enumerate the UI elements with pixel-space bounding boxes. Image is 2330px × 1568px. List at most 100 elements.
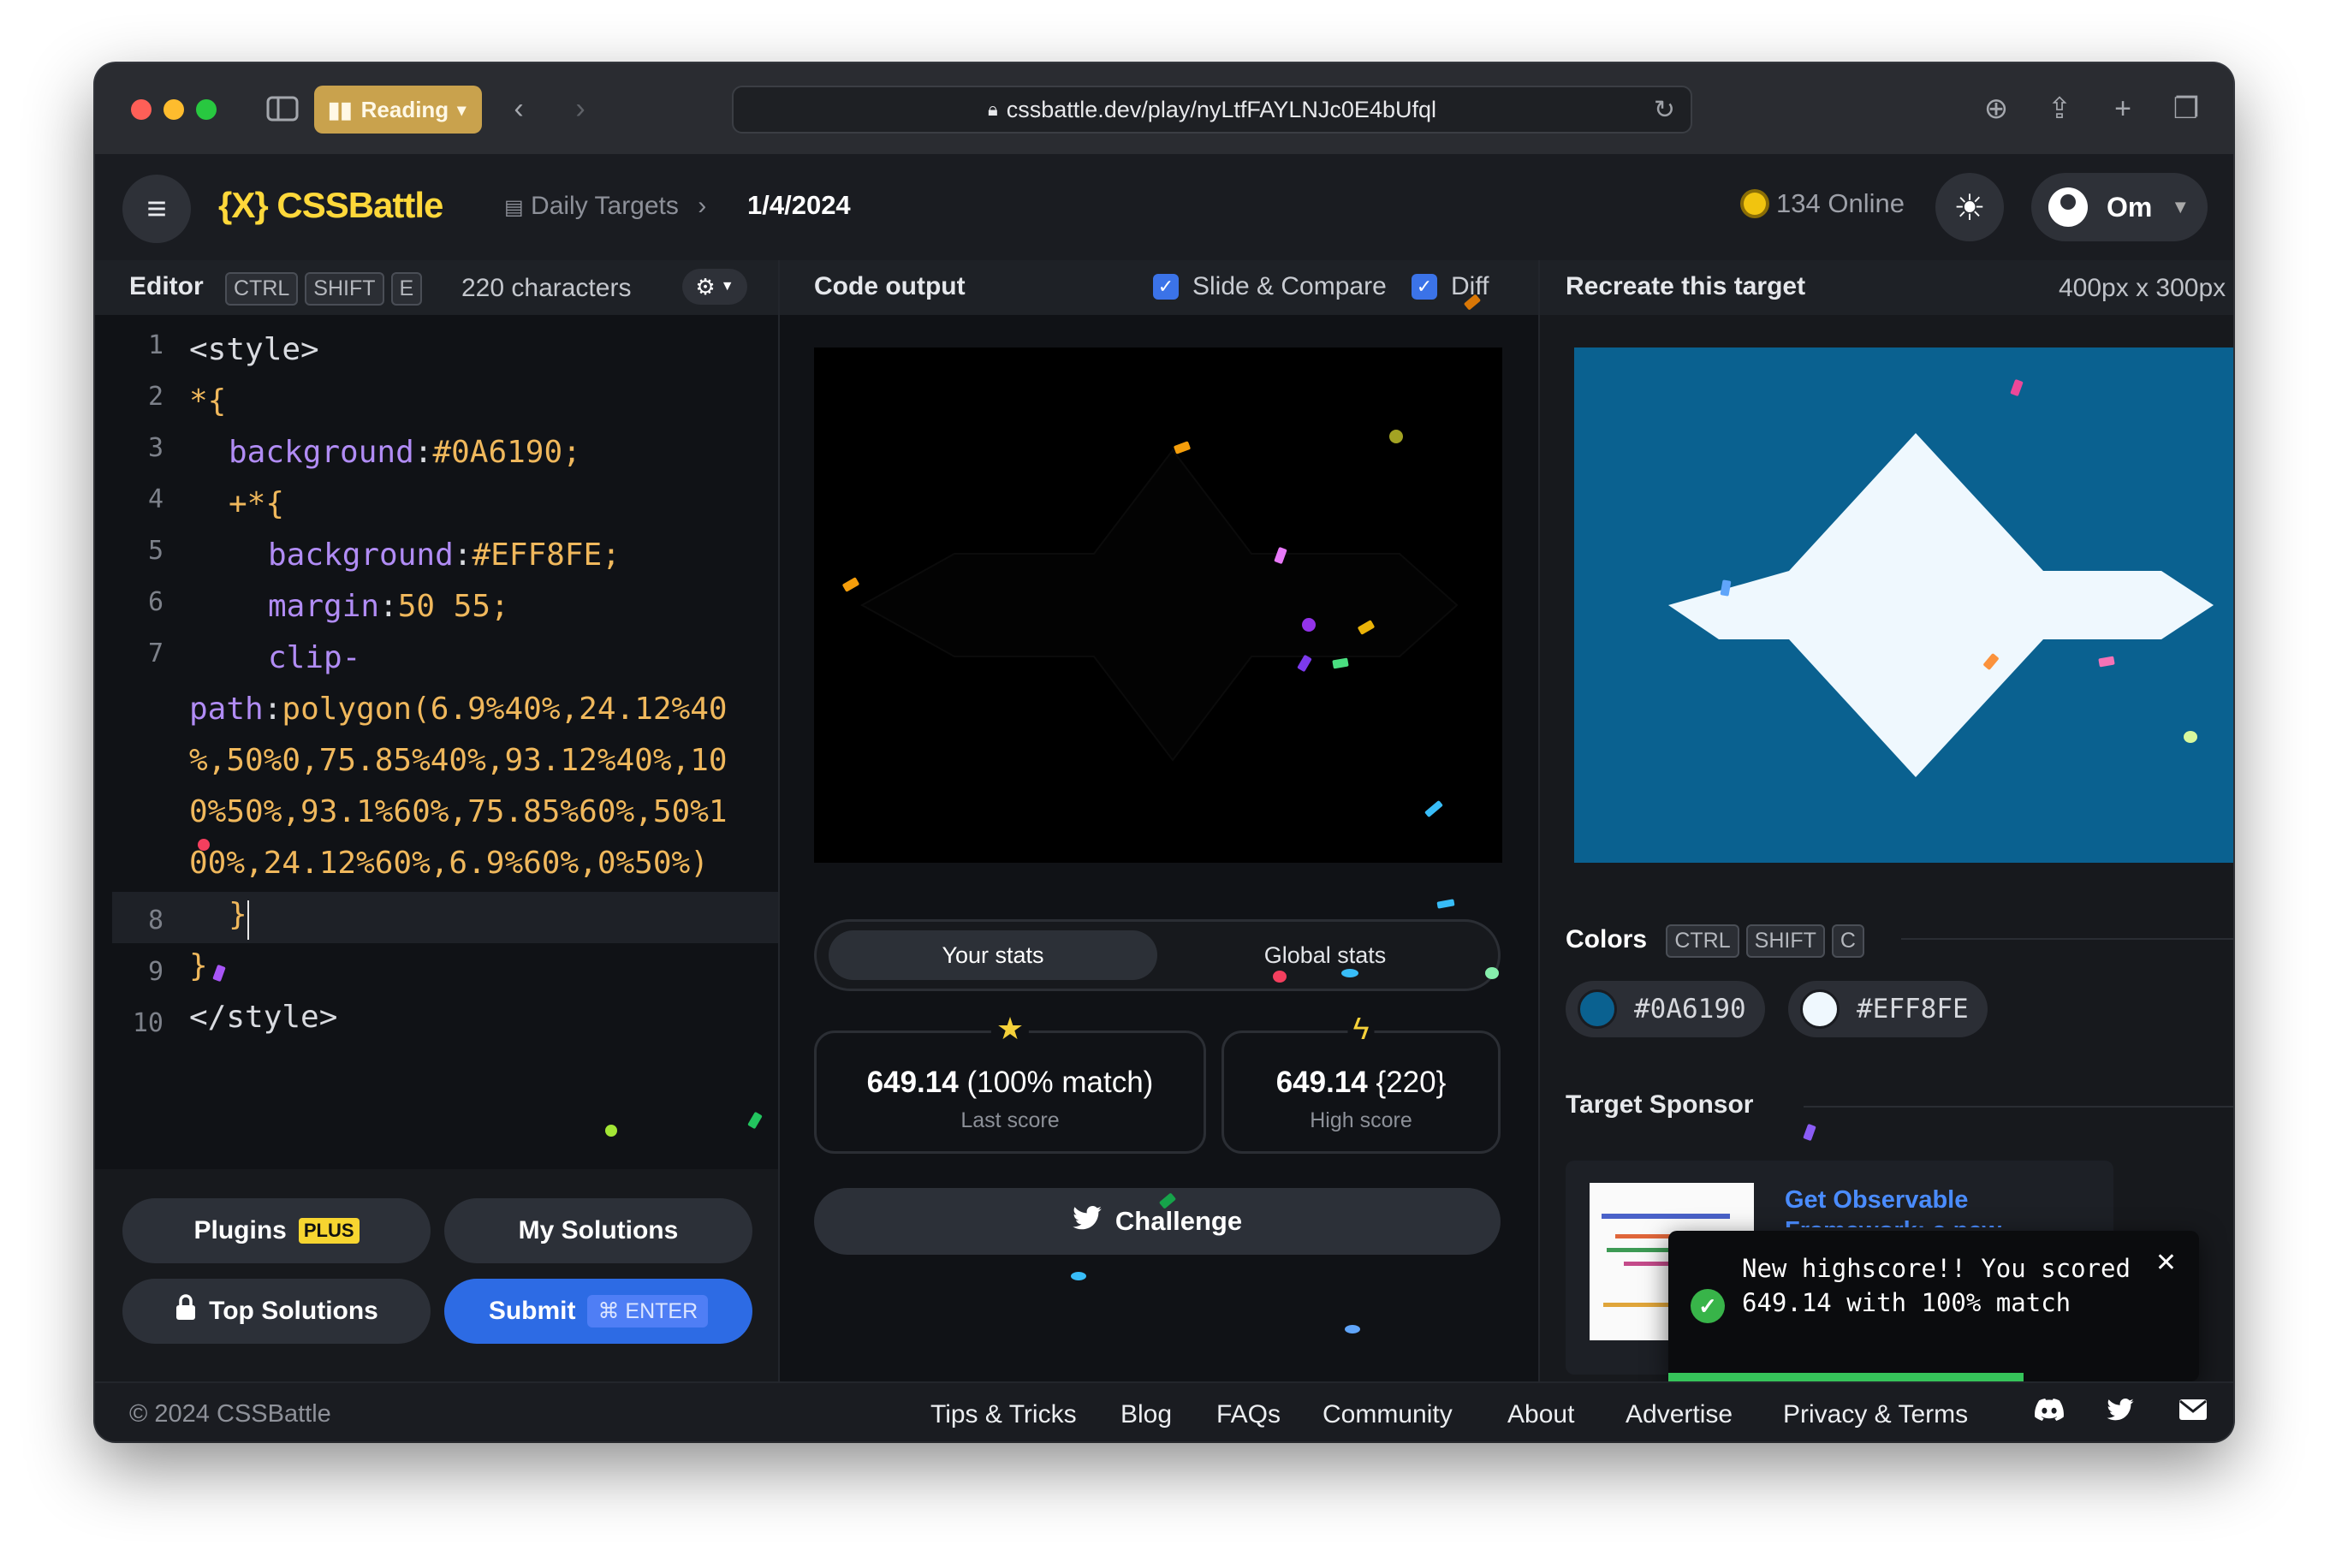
code-line: } xyxy=(189,948,208,983)
download-icon[interactable]: ⊕ xyxy=(1976,89,2016,128)
line-number: 3 xyxy=(147,433,163,463)
line-number: 4 xyxy=(147,484,163,514)
discord-icon[interactable] xyxy=(2035,1399,2064,1428)
mail-icon[interactable] xyxy=(2178,1399,2208,1428)
css-value: 50 55; xyxy=(397,589,509,624)
plus-badge: PLUS xyxy=(298,1218,360,1244)
editor-settings-button[interactable]: ⚙ ▼ xyxy=(682,269,747,305)
last-match: (100% match) xyxy=(966,1066,1154,1099)
line-number: 10 xyxy=(132,1008,163,1038)
css-property: background xyxy=(268,538,454,573)
maximize-window-button[interactable] xyxy=(196,99,217,120)
divider xyxy=(1901,938,2233,940)
color-swatch-blue[interactable]: #0A6190 xyxy=(1566,981,1765,1037)
css-property: path xyxy=(189,692,264,727)
code-line: %,50%0,75.85%40%,93.12%40%,10 xyxy=(189,743,728,778)
high-score-label: High score xyxy=(1310,1108,1412,1132)
my-solutions-button[interactable]: My Solutions xyxy=(444,1198,752,1263)
submit-button[interactable]: Submit ⌘ ENTER xyxy=(444,1279,752,1344)
close-window-button[interactable] xyxy=(131,99,152,120)
plugins-button[interactable]: Plugins PLUS xyxy=(122,1198,431,1263)
theme-toggle-button[interactable]: ☀ xyxy=(1935,173,2004,241)
challenge-label: Challenge xyxy=(1114,1206,1243,1236)
css-property: background xyxy=(229,435,414,470)
lock-icon xyxy=(175,1294,197,1328)
app-header: ≡ {X} CSSBattle ▤ Daily Targets › 1/4/20… xyxy=(95,154,2233,260)
online-indicator: 134 Online xyxy=(1744,188,1905,219)
code-output-canvas[interactable] xyxy=(814,347,1502,863)
target-shape xyxy=(1574,347,2233,863)
new-tab-icon[interactable]: + xyxy=(2103,89,2143,128)
lightning-icon: ϟ xyxy=(1347,1011,1375,1047)
target-image[interactable] xyxy=(1574,347,2233,863)
tab-your-stats[interactable]: Your stats xyxy=(829,930,1157,980)
tab-overview-icon[interactable]: ❐ xyxy=(2167,89,2206,128)
close-icon[interactable]: ✕ xyxy=(2155,1248,2177,1278)
code-line: 00%,24.12%60%,6.9%60%,0%50%) xyxy=(189,846,709,881)
target-title: Recreate this target xyxy=(1566,272,1806,300)
code-output-title: Code output xyxy=(814,272,966,300)
slide-compare-toggle[interactable]: ✓ Slide & Compare xyxy=(1153,272,1387,301)
submit-shortcut: ⌘ ENTER xyxy=(587,1295,709,1327)
kbd-e: E xyxy=(390,272,423,306)
code-line: </style> xyxy=(189,1000,338,1035)
code-line: margin:50 55; xyxy=(268,589,509,624)
css-value: polygon(6.9%40%,24.12%40 xyxy=(282,692,728,727)
footer-link-blog[interactable]: Blog xyxy=(1120,1400,1172,1429)
caret-down-icon: ▼ xyxy=(2171,196,2190,217)
code-line: clip- xyxy=(268,640,361,675)
colors-label: Colors xyxy=(1566,925,1648,953)
share-icon[interactable]: ⇪ xyxy=(2040,89,2079,128)
breadcrumb-daily-targets[interactable]: ▤ Daily Targets › xyxy=(504,192,706,221)
calendar-icon: ▤ xyxy=(504,196,524,219)
sponsor-link[interactable]: Get Observable Framework: a new xyxy=(1785,1185,2093,1227)
footer-link-privacy[interactable]: Privacy & Terms xyxy=(1783,1400,1968,1429)
last-score-value: 649.14 (100% match) xyxy=(817,1066,1204,1100)
editor-title: Editor xyxy=(129,272,204,300)
reload-icon[interactable]: ↻ xyxy=(1654,95,1675,125)
top-solutions-button[interactable]: Top Solutions xyxy=(122,1279,431,1344)
challenge-button[interactable]: Challenge xyxy=(814,1188,1501,1255)
check-circle-icon: ✓ xyxy=(1691,1289,1725,1323)
colors-shortcut: CTRL SHIFT C xyxy=(1666,924,1864,958)
checkbox-checked-icon[interactable]: ✓ xyxy=(1412,274,1437,300)
user-name: Om xyxy=(2107,191,2153,223)
chevron-down-icon: ▾ xyxy=(457,100,467,120)
footer-link-advertise[interactable]: Advertise xyxy=(1626,1400,1733,1429)
css-value: #EFF8FE; xyxy=(472,538,621,573)
url-text: cssbattle.dev/play/nyLtfFAYLNJc0E4bUfql xyxy=(1006,96,1436,122)
editor-shortcut: CTRL SHIFT E xyxy=(225,272,423,306)
reading-label: Reading xyxy=(360,96,449,122)
forward-icon[interactable]: › xyxy=(561,89,600,128)
address-bar[interactable]: 🔒︎ cssbattle.dev/play/nyLtfFAYLNJc0E4bUf… xyxy=(732,86,1692,134)
diff-label: Diff xyxy=(1451,272,1489,300)
menu-button[interactable]: ≡ xyxy=(122,175,191,243)
output-panel-header: Code output ✓ Slide & Compare ✓ Diff xyxy=(780,260,1538,317)
online-dot-icon xyxy=(1744,193,1766,215)
line-number: 9 xyxy=(147,957,163,987)
confetti xyxy=(1341,969,1358,977)
footer-link-tips[interactable]: Tips & Tricks xyxy=(930,1400,1077,1429)
active-line-highlight xyxy=(112,892,778,943)
footer-link-about[interactable]: About xyxy=(1507,1400,1574,1429)
code-editor[interactable]: 1 2 3 4 5 6 7 8 9 10 <style> *{ backgrou… xyxy=(95,315,778,1169)
user-menu-button[interactable]: Om ▼ xyxy=(2031,173,2208,241)
kbd-shift: SHIFT xyxy=(1745,924,1825,958)
color-hex: #EFF8FE xyxy=(1857,994,1969,1025)
back-icon[interactable]: ‹ xyxy=(499,89,538,128)
sidebar-toggle-icon[interactable] xyxy=(263,89,302,128)
color-swatch-white[interactable]: #EFF8FE xyxy=(1788,981,1988,1037)
toast-progress xyxy=(1668,1373,2024,1381)
minimize-window-button[interactable] xyxy=(163,99,184,120)
high-score-value: 649.14 {220} xyxy=(1224,1066,1498,1100)
reading-button[interactable]: ▮▮ Reading ▾ xyxy=(314,86,482,134)
cssbattle-logo[interactable]: {X} CSSBattle xyxy=(218,185,443,226)
tab-global-stats[interactable]: Global stats xyxy=(1161,930,1489,980)
chevron-right-icon: › xyxy=(698,192,707,220)
footer-link-community[interactable]: Community xyxy=(1323,1400,1453,1429)
breadcrumb-date: 1/4/2024 xyxy=(747,190,851,220)
twitter-icon[interactable] xyxy=(2107,1399,2134,1428)
checkbox-checked-icon[interactable]: ✓ xyxy=(1153,274,1179,300)
footer-link-faqs[interactable]: FAQs xyxy=(1216,1400,1281,1429)
browser-toolbar: ▮▮ Reading ▾ ‹ › 🔒︎ cssbattle.dev/play/n… xyxy=(95,63,2233,156)
